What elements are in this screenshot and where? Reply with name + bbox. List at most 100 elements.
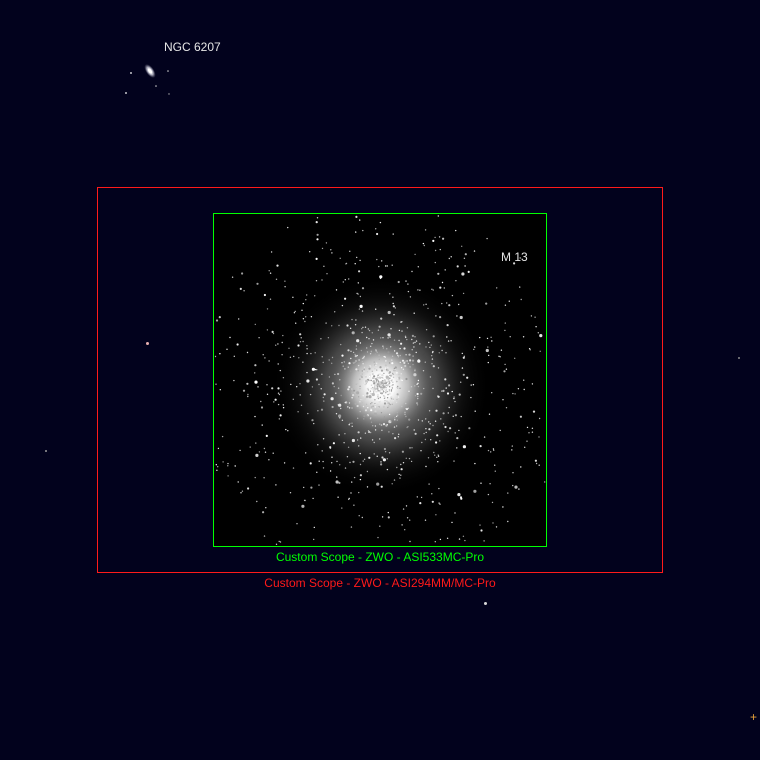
cluster-star — [495, 526, 498, 528]
cluster-star — [466, 376, 469, 379]
cluster-star — [378, 406, 381, 408]
cluster-star — [396, 398, 398, 401]
cluster-star — [392, 305, 395, 308]
cluster-star — [483, 540, 485, 542]
cluster-star — [353, 504, 355, 506]
cluster-star — [346, 456, 349, 458]
cluster-star — [436, 434, 439, 437]
cluster-star — [385, 384, 387, 387]
cluster-star — [279, 369, 281, 372]
cluster-star — [302, 318, 305, 320]
galaxy-ngc6207-image[interactable] — [112, 45, 192, 105]
cluster-star — [384, 356, 386, 358]
cluster-star — [505, 368, 508, 370]
cluster-star — [381, 429, 383, 431]
cluster-star — [294, 310, 296, 313]
cluster-star — [421, 441, 423, 444]
cluster-star — [492, 448, 495, 450]
cluster-star — [347, 366, 349, 368]
cluster-star — [243, 290, 245, 292]
cluster-star — [420, 392, 423, 395]
cluster-star — [377, 536, 379, 539]
cluster-star — [473, 348, 475, 351]
cluster-star — [413, 373, 417, 377]
cluster-star — [349, 422, 351, 425]
cluster-star — [371, 392, 375, 397]
cluster-star — [374, 385, 376, 387]
cluster-star — [400, 367, 403, 369]
cluster-star — [254, 476, 256, 479]
cluster-star — [378, 325, 381, 328]
cluster-star — [441, 390, 443, 392]
cluster-star — [425, 465, 427, 468]
cluster-star — [366, 347, 368, 349]
cluster-star — [379, 396, 381, 399]
cluster-star — [526, 440, 528, 442]
cluster-star — [331, 456, 333, 458]
cluster-star — [329, 470, 332, 472]
cluster-star — [328, 376, 331, 378]
cluster-star — [441, 281, 444, 284]
cluster-star — [272, 452, 274, 454]
cluster-star — [381, 456, 384, 459]
cluster-star — [372, 373, 374, 375]
cluster-star — [233, 355, 235, 357]
cluster-star — [351, 392, 353, 394]
cluster-star — [393, 392, 396, 395]
field-star[interactable] — [146, 342, 149, 345]
field-star[interactable] — [45, 450, 47, 452]
cluster-star — [351, 406, 354, 410]
cluster-star — [344, 368, 346, 370]
cluster-star — [370, 406, 373, 408]
cluster-star — [400, 379, 402, 381]
cluster-star — [406, 338, 408, 341]
cluster-star — [468, 427, 471, 430]
cluster-star — [396, 386, 398, 389]
cluster-star — [411, 447, 413, 449]
cluster-star — [389, 382, 391, 384]
cluster-star — [444, 378, 447, 381]
cluster-star — [454, 512, 456, 514]
cluster-star — [379, 366, 382, 369]
cluster-star — [396, 419, 398, 421]
cluster-star — [257, 386, 259, 388]
cluster-star — [447, 340, 450, 342]
cluster-star — [354, 324, 357, 326]
cluster-star — [293, 312, 296, 314]
cluster-star — [514, 393, 516, 395]
cluster-star — [247, 393, 249, 396]
cluster-star — [356, 391, 360, 395]
cluster-star — [512, 392, 514, 395]
crosshair-marker[interactable]: + — [750, 710, 757, 724]
cluster-star — [425, 329, 428, 331]
cluster-star — [371, 332, 373, 334]
cluster-star — [387, 337, 389, 339]
cluster-star — [277, 392, 280, 394]
cluster-star — [372, 377, 374, 379]
cluster-star — [407, 290, 410, 293]
cluster-star — [372, 405, 374, 407]
cluster-star — [377, 373, 379, 376]
cluster-star — [317, 410, 319, 412]
cluster-star — [379, 381, 381, 383]
cluster-star — [398, 473, 400, 476]
cluster-star — [217, 447, 220, 450]
cluster-star — [390, 420, 392, 422]
sky-chart[interactable]: NGC 6207 M 13 Custom Scope - ZWO - ASI53… — [0, 0, 760, 760]
cluster-star — [432, 424, 434, 427]
cluster-star — [402, 462, 405, 464]
cluster-star — [451, 521, 453, 524]
field-star[interactable] — [738, 357, 740, 359]
field-star[interactable] — [484, 602, 487, 605]
cluster-star — [502, 399, 504, 401]
cluster-star — [437, 215, 439, 217]
cluster-star — [405, 354, 407, 356]
fov-outline-asi533[interactable] — [213, 213, 547, 547]
cluster-star — [423, 432, 425, 435]
cluster-star — [411, 334, 414, 337]
cluster-star — [405, 402, 407, 405]
cluster-star — [398, 329, 401, 332]
cluster-star — [388, 372, 390, 374]
cluster-star — [334, 373, 336, 376]
cluster-star — [428, 410, 431, 412]
